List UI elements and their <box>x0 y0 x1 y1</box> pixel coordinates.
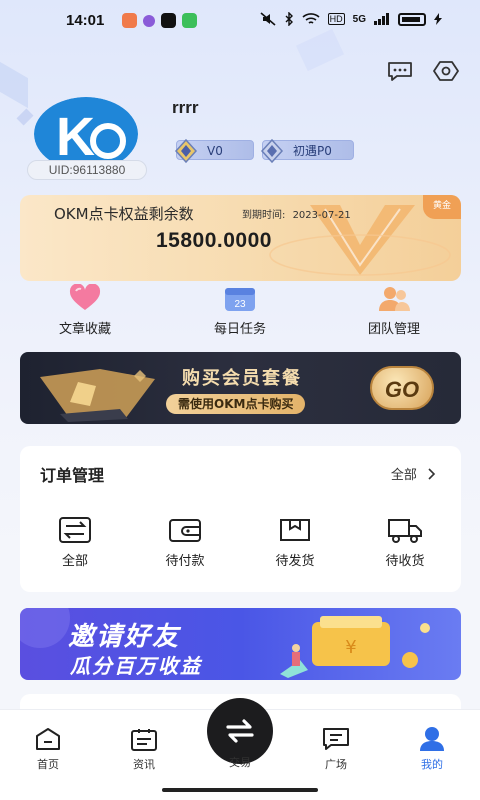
view-all-label: 全部 <box>390 468 417 483</box>
home-indicator <box>162 788 318 792</box>
username: rrrr <box>172 98 199 117</box>
svg-text:¥: ¥ <box>345 637 356 658</box>
order-all-button[interactable]: 全部 <box>40 516 110 569</box>
settings-icon[interactable] <box>433 60 459 82</box>
mute-icon <box>260 12 276 26</box>
tab-mine[interactable]: 我的 <box>402 726 462 772</box>
calendar-icon: 23 <box>222 284 258 312</box>
membership-tag: 黄金 <box>423 195 461 219</box>
calendar-date: 23 <box>234 299 246 310</box>
hd-indicator: HD <box>327 13 345 25</box>
heart-icon <box>67 284 103 312</box>
message-icon[interactable] <box>387 60 413 82</box>
order-management-card: 订单管理 全部 全部 待付款 待发货 待收货 <box>20 446 461 592</box>
order-item-label: 待付款 <box>165 554 205 569</box>
invite-banner-title: 邀请好友 <box>68 622 181 652</box>
expire-info: 到期时间: 2023-07-21 <box>242 206 351 221</box>
level-badge-label: V0 <box>207 144 223 158</box>
status-time: 14:01 <box>66 12 105 29</box>
expire-label: 到期时间: <box>242 210 286 221</box>
user-id[interactable]: UID:96113880 <box>27 160 147 180</box>
quick-item-daily-tasks[interactable]: 23 每日任务 <box>185 284 295 337</box>
home-icon <box>33 726 63 752</box>
network-indicator: 5G <box>352 13 366 25</box>
app-notification-icon <box>122 13 137 28</box>
order-pending-payment-button[interactable]: 待付款 <box>150 516 220 569</box>
charging-icon <box>434 13 442 25</box>
system-status: HD 5G <box>260 12 442 26</box>
quick-item-label: 团队管理 <box>367 322 420 337</box>
points-balance: 15800.0000 <box>156 229 272 252</box>
vip-banner-title: 购买会员套餐 <box>182 368 302 389</box>
news-icon <box>129 726 159 752</box>
order-item-label: 待发货 <box>275 554 315 569</box>
rank-badge[interactable]: 初遇P0 <box>260 138 354 164</box>
truck-icon <box>387 516 423 544</box>
battery-icon <box>398 12 426 26</box>
chat-icon <box>321 726 351 752</box>
quick-item-favorites[interactable]: 文章收藏 <box>30 284 140 337</box>
quick-item-label: 文章收藏 <box>58 322 111 337</box>
order-pending-shipment-button[interactable]: 待发货 <box>260 516 330 569</box>
tab-square[interactable]: 广场 <box>306 726 366 772</box>
order-item-label: 全部 <box>61 554 88 569</box>
tiktok-icon <box>161 13 176 28</box>
vip-package-banner[interactable]: 购买会员套餐 需使用OKM点卡购买 GO <box>20 352 461 424</box>
wallet-icon <box>167 516 203 544</box>
wifi-icon <box>302 13 320 24</box>
rank-badge-label: 初遇P0 <box>293 144 332 158</box>
order-pending-receipt-button[interactable]: 待收货 <box>370 516 440 569</box>
view-all-orders-link[interactable]: 全部 <box>391 464 437 483</box>
tab-label: 我的 <box>421 758 443 771</box>
invite-banner-subtitle: 瓜分百万收益 <box>70 654 202 678</box>
list-icon <box>57 516 93 544</box>
tab-label: 资讯 <box>133 758 155 771</box>
invite-friends-banner[interactable]: ¥ 邀请好友 瓜分百万收益 <box>20 608 461 680</box>
app-notification-icon <box>182 13 197 28</box>
signal-icon <box>374 13 389 25</box>
notification-icons <box>122 13 197 28</box>
chevron-right-icon <box>428 468 436 480</box>
team-icon <box>376 284 412 312</box>
box-icon <box>277 516 313 544</box>
diamond-icon <box>174 138 198 164</box>
level-badge[interactable]: V0 <box>174 138 254 164</box>
swap-icon <box>226 719 254 743</box>
order-item-label: 待收货 <box>385 554 425 569</box>
tab-label: 首页 <box>37 758 59 771</box>
tab-news[interactable]: 资讯 <box>114 726 174 772</box>
quick-item-label: 每日任务 <box>213 322 266 337</box>
svg-text:K: K <box>56 107 95 167</box>
points-card-title: OKM点卡权益剩余数 <box>54 205 194 223</box>
vip-go-button[interactable]: GO <box>370 366 434 410</box>
tab-label: 交易 <box>229 756 251 769</box>
status-bar: 14:01 HD 5G <box>0 0 480 40</box>
quick-item-team[interactable]: 团队管理 <box>339 284 449 337</box>
points-card[interactable]: OKM点卡权益剩余数 到期时间: 2023-07-21 15800.0000 黄… <box>20 195 461 281</box>
tab-home[interactable]: 首页 <box>18 726 78 772</box>
tab-label: 广场 <box>325 758 347 771</box>
app-notification-icon <box>143 15 155 27</box>
bluetooth-icon <box>285 12 293 26</box>
expire-date: 2023-07-21 <box>292 210 351 221</box>
diamond-icon <box>260 138 284 164</box>
user-icon <box>417 726 447 752</box>
order-management-title: 订单管理 <box>40 466 105 485</box>
vip-banner-subtitle: 需使用OKM点卡购买 <box>166 394 306 414</box>
